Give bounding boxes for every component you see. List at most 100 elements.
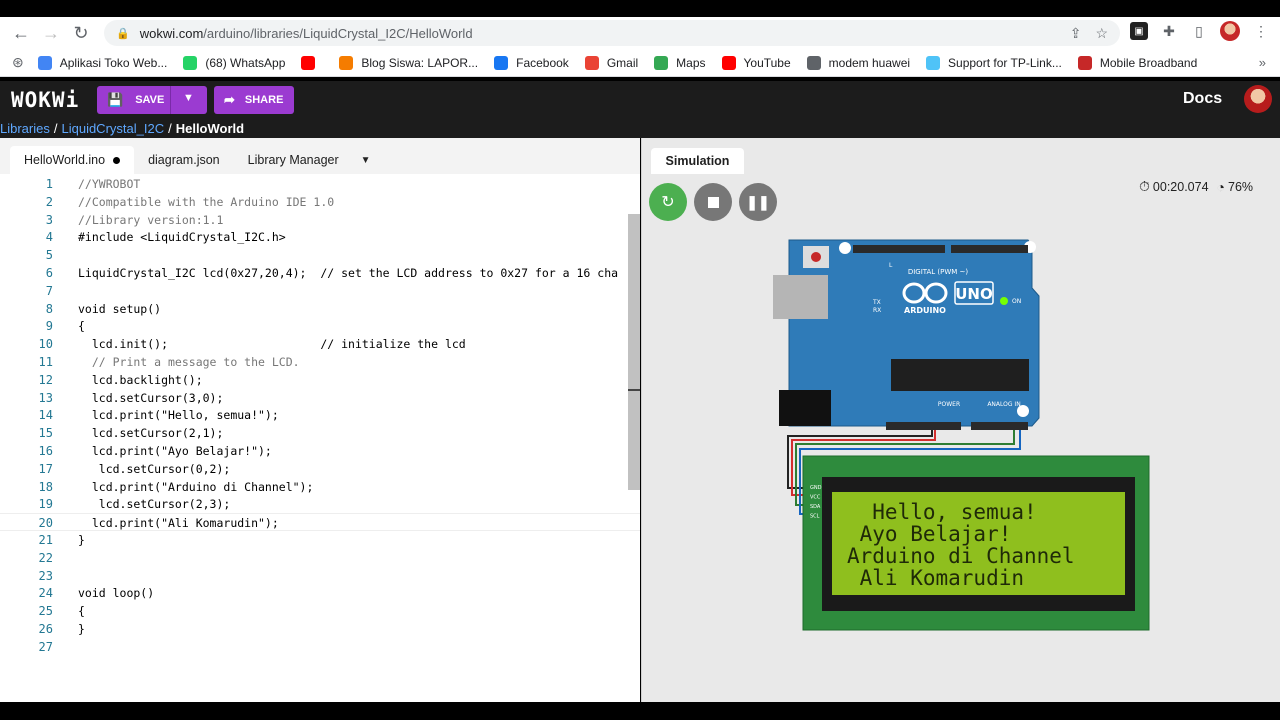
code-text: {	[78, 319, 85, 334]
code-line[interactable]: 25 {	[0, 602, 640, 620]
bookmark-item[interactable]: Gmail	[584, 55, 638, 70]
bookmark-item[interactable]: Support for TP-Link...	[926, 55, 1062, 70]
code-line[interactable]: 9{	[0, 317, 640, 335]
bookmark-item[interactable]	[301, 55, 323, 70]
line-number: 4	[45, 230, 53, 245]
bookmark-item[interactable]: (68) WhatsApp	[183, 55, 285, 70]
code-line[interactable]: 15 lcd.setCursor(2,1);	[0, 424, 640, 442]
code-line[interactable]: 5	[0, 246, 640, 264]
code-line[interactable]: 14 lcd.print("Hello, semua!");	[0, 406, 640, 424]
breadcrumb-library[interactable]: LiquidCrystal_I2C	[61, 121, 164, 136]
tab-simulation[interactable]: Simulation	[651, 148, 744, 174]
bookmarks-bar: ⊛ Aplikasi Toko Web... (68) WhatsApp Blog …	[0, 49, 1280, 77]
code-line[interactable]: 26}	[0, 620, 640, 638]
bookmark-star-icon[interactable]: ☆	[1095, 25, 1108, 42]
bookmark-favicon-icon	[654, 55, 669, 70]
code-line[interactable]: 23	[0, 567, 640, 585]
code-line[interactable]: 2 //Compatible with the Arduino IDE 1.0	[0, 193, 640, 211]
tab-helloworld-ino[interactable]: HelloWorld.ino	[10, 146, 135, 174]
line-number: 15	[38, 426, 53, 441]
bookmark-item[interactable]: modem huawei	[806, 55, 910, 70]
line-number: 2	[45, 194, 53, 209]
vertical-scrollbar[interactable]	[628, 214, 640, 490]
code-line[interactable]: 20 lcd.print("Ali Komarudin");	[0, 513, 640, 532]
code-line[interactable]: 21}	[0, 531, 640, 549]
arduino-uno-board[interactable]: DIGITAL (PWM ~) L TX RX ARDUINO UNO ON P…	[773, 239, 1040, 430]
forward-icon[interactable]: →	[36, 18, 66, 48]
bookmark-favicon-icon	[1077, 55, 1092, 70]
line-number: 23	[38, 568, 53, 583]
power-header	[886, 422, 961, 430]
share-page-icon[interactable]: ⇪	[1070, 25, 1082, 42]
breadcrumb-libraries[interactable]: Libraries	[0, 121, 50, 136]
line-number: 1	[45, 177, 53, 191]
code-line[interactable]: 10 lcd.init(); // initialize the lcd	[0, 335, 640, 353]
save-label: SAVE	[135, 94, 165, 106]
code-line[interactable]: 1 //YWROBOT	[0, 175, 640, 193]
save-divider	[170, 86, 171, 114]
reset-button[interactable]	[803, 246, 829, 268]
restart-button[interactable]: ↻	[649, 183, 687, 221]
save-button[interactable]: 💾 SAVE ▼	[97, 86, 207, 114]
code-line[interactable]: 8 void setup()	[0, 300, 640, 318]
lcd2004-module[interactable]: Hello, semua! Ayo Belajar!Arduino di Cha…	[802, 455, 1150, 631]
tab-library-manager[interactable]: Library Manager ▼	[234, 146, 385, 174]
code-line[interactable]: 11 // Print a message to the LCD.	[0, 353, 640, 371]
bookmark-item[interactable]: Blog Siswa: LAPOR...	[339, 55, 478, 70]
tabs-menu-caret-icon[interactable]: ▼	[361, 155, 371, 166]
lcd-pin-label: SCL	[810, 514, 820, 520]
bookmark-item[interactable]: Facebook	[494, 55, 569, 70]
code-line[interactable]: 3 //Library version:1.1	[0, 211, 640, 229]
code-line[interactable]: 7	[0, 282, 640, 300]
code-line[interactable]: 16 lcd.print("Ayo Belajar!");	[0, 442, 640, 460]
code-line[interactable]: 12 lcd.backlight();	[0, 371, 640, 389]
bookmark-favicon-icon	[339, 55, 354, 70]
code-area[interactable]: 27 26} 25{24 void loop() 23 22 21} 20 lcd.print…	[0, 174, 640, 702]
analog-label: ANALOG IN	[987, 401, 1020, 408]
back-icon[interactable]: ←	[6, 18, 36, 48]
stop-button[interactable]	[694, 183, 732, 221]
bookmark-label: Maps	[676, 55, 706, 70]
lcd-row-text: Arduino di Channel	[847, 544, 1075, 568]
usb-port	[773, 275, 828, 319]
code-line[interactable]: 24 void loop()	[0, 584, 640, 602]
browser-menu-icon[interactable]: ⋮	[1252, 22, 1270, 40]
stop-icon	[707, 196, 719, 208]
line-number: 27	[38, 639, 53, 654]
apps-icon[interactable]: ⊛	[12, 54, 24, 71]
lcd-row-text: Ayo Belajar!	[847, 522, 1011, 546]
code-line[interactable]: 19 lcd.setCursor(2,3);	[0, 495, 640, 513]
docs-link[interactable]: Docs	[1183, 90, 1222, 108]
bookmark-item[interactable]: Aplikasi Toko Web...	[37, 55, 167, 70]
code-line[interactable]: 4 #include <LiquidCrystal_I2C.h>	[0, 228, 640, 246]
code-line[interactable]: 17 lcd.setCursor(0,2);	[0, 460, 640, 478]
wokwi-logo[interactable]: WOKWi	[11, 88, 79, 112]
tab-diagram-json[interactable]: diagram.json	[134, 146, 234, 174]
code-text: lcd.print("Ali Komarudin");	[78, 516, 279, 531]
code-text: lcd.setCursor(0,2);	[78, 461, 231, 476]
bookmark-item[interactable]: Mobile Broadband	[1077, 55, 1197, 70]
user-avatar[interactable]	[1244, 85, 1272, 113]
address-bar[interactable]: 🔒 wokwi.com/arduino/libraries/LiquidCrys…	[104, 20, 1120, 46]
speed-gauge-icon: ◔	[1216, 178, 1225, 195]
code-line[interactable]: 6 LiquidCrystal_I2C lcd(0x27,20,4); // se…	[0, 264, 640, 282]
code-line[interactable]: 13 lcd.setCursor(3,0);	[0, 389, 640, 407]
code-line[interactable]: 27	[0, 638, 640, 656]
chevron-down-icon[interactable]: ▼	[183, 92, 194, 104]
line-number: 21	[38, 533, 53, 547]
code-line[interactable]: 22	[0, 549, 640, 567]
bookmarks-more-icon[interactable]: »	[1259, 55, 1266, 70]
reload-icon[interactable]: ↻	[66, 18, 96, 48]
share-button[interactable]: ➦ SHARE	[214, 86, 294, 114]
code-text: lcd.setCursor(2,1);	[78, 426, 224, 441]
code-text: void loop()	[78, 586, 155, 601]
pause-button[interactable]: ❚❚	[739, 183, 777, 221]
unsaved-dot-icon	[113, 156, 121, 164]
code-line[interactable]: 18 lcd.print("Arduino di Channel");	[0, 478, 640, 496]
bookmark-item[interactable]: Maps	[654, 55, 706, 70]
bookmark-item[interactable]: YouTube	[721, 55, 791, 70]
profile-avatar[interactable]	[1220, 21, 1240, 41]
extensions-puzzle-icon[interactable]: ✚	[1160, 22, 1178, 40]
extension-app-icon[interactable]: ▣	[1130, 22, 1148, 40]
side-panel-icon[interactable]: ▯	[1190, 22, 1208, 40]
